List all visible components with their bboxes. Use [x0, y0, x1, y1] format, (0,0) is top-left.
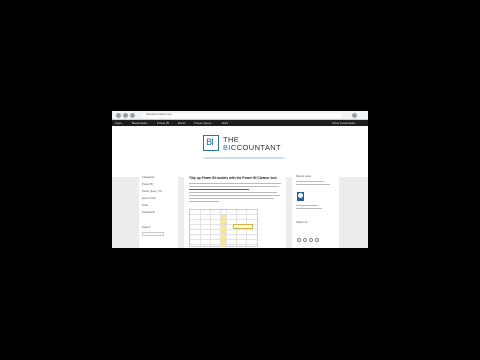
award-badge-icon[interactable]: [297, 192, 304, 201]
site-tagline: [204, 157, 284, 159]
text-line: [189, 186, 279, 188]
main-content: Tidy up Power BI models with the Power B…: [184, 171, 286, 248]
spreadsheet-screenshot: [189, 209, 258, 247]
text-line: [189, 195, 280, 197]
text-line: [296, 205, 318, 207]
recent-posts-heading: Recent posts: [296, 175, 312, 178]
text-line: [189, 201, 219, 203]
text-line: [296, 184, 330, 186]
left-sidebar: Categories Power BI Power Query / M Exce…: [139, 171, 178, 248]
back-icon[interactable]: [116, 113, 121, 118]
text-line: [296, 208, 322, 210]
bookmark-item[interactable]: Other bookmarks: [332, 121, 355, 125]
address-bar[interactable]: thebiccountant.com: [142, 112, 342, 118]
sidebar-item[interactable]: Tools: [142, 204, 148, 207]
bookmark-item[interactable]: Apps: [115, 121, 122, 125]
address-url: thebiccountant.com: [146, 112, 173, 116]
logo-icon[interactable]: BI: [203, 135, 219, 151]
forward-icon[interactable]: [123, 113, 128, 118]
browser-toolbar: thebiccountant.com: [112, 111, 368, 120]
bookmark-item[interactable]: Power BI: [157, 121, 169, 125]
sidebar-item[interactable]: Downloads: [142, 211, 155, 214]
grid-row: [190, 234, 257, 235]
bookmark-item[interactable]: DAX: [222, 121, 228, 125]
follow-heading: Follow me: [296, 221, 308, 224]
twitter-icon[interactable]: [297, 238, 301, 242]
search-input[interactable]: [142, 232, 164, 236]
grid-col: [226, 210, 227, 246]
text-line: [296, 181, 324, 183]
reload-icon[interactable]: [130, 113, 135, 118]
grid-col: [200, 210, 201, 246]
text-line: [189, 183, 281, 185]
search-label: Search: [142, 226, 151, 229]
menu-icon[interactable]: [352, 113, 357, 118]
logo-line-2: BICCOUNTANT: [223, 144, 281, 152]
site-header: BI THE BICCOUNTANT: [112, 126, 368, 177]
sidebar-item[interactable]: Categories: [142, 176, 155, 179]
post-title[interactable]: Tidy up Power BI models with the Power B…: [189, 176, 277, 180]
logo-mark: BI: [206, 138, 214, 148]
text-line: [189, 192, 277, 194]
logo-line-2-prefix: BI: [223, 143, 231, 152]
grid-row: [190, 229, 257, 230]
right-sidebar: Recent posts Follow me: [292, 171, 339, 248]
callout-note: [233, 224, 253, 229]
grid-row: [190, 214, 257, 215]
text-line: [189, 198, 274, 200]
logo-line-2-suffix: CCOUNTANT: [230, 143, 282, 152]
browser-window: thebiccountant.com Apps Bookmarks Power …: [112, 111, 368, 248]
bookmark-item[interactable]: Power Query: [194, 121, 212, 125]
grid-col: [220, 210, 221, 246]
youtube-icon[interactable]: [309, 238, 313, 242]
text-link[interactable]: [189, 189, 249, 191]
sidebar-item[interactable]: Excel / DAX: [142, 197, 156, 200]
grid-row: [190, 244, 257, 245]
grid-row: [190, 219, 257, 220]
rss-icon[interactable]: [315, 238, 319, 242]
grid-row: [190, 239, 257, 240]
sidebar-item[interactable]: Power Query / M: [142, 190, 161, 193]
sidebar-item[interactable]: Power BI: [142, 183, 153, 186]
bookmark-item[interactable]: Bookmarks: [132, 121, 147, 125]
linkedin-icon[interactable]: [303, 238, 307, 242]
grid-col: [210, 210, 211, 246]
site-logo-text[interactable]: THE BICCOUNTANT: [223, 136, 281, 152]
bookmark-item[interactable]: Excel: [178, 121, 185, 125]
